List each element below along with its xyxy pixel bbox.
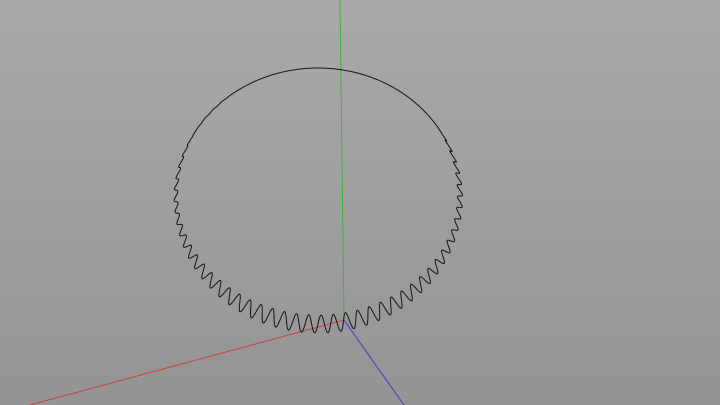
viewport-background [0, 0, 720, 405]
3d-viewport[interactable] [0, 0, 720, 405]
viewport-canvas[interactable] [0, 0, 720, 405]
